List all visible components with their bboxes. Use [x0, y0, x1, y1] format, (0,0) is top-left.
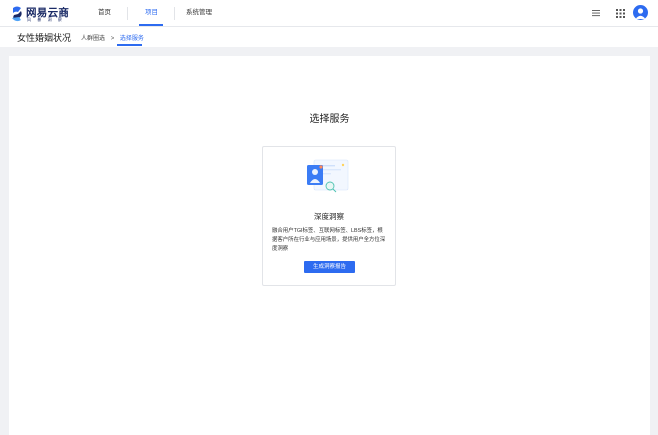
nav-divider [127, 7, 128, 20]
nav-item-home[interactable]: 首页 [98, 0, 111, 26]
page-subheader: 女性婚姻状况 人群圈选 > 选择服务 [0, 27, 658, 47]
nav-active-indicator [139, 24, 163, 26]
nav-divider [174, 7, 175, 20]
card-description: 融合用户TGI标签、互联网标签、LBS标签，根据客户所在行业与应用场景，提供用户… [272, 228, 386, 252]
card-title: 深度洞察 [314, 212, 344, 221]
menu-icon[interactable] [592, 9, 600, 17]
brand-logo[interactable]: 网易云商 风 暴 洞 察 [11, 5, 91, 23]
breadcrumb: 人群圈选 > 选择服务 [81, 33, 144, 42]
brand-tagline: 风 暴 洞 察 [27, 17, 65, 22]
nav-item-projects[interactable]: 项目 [145, 0, 158, 26]
apps-grid-icon[interactable] [616, 9, 625, 18]
breadcrumb-parent[interactable]: 人群圈选 [81, 36, 105, 42]
nav-item-system-management[interactable]: 系统管理 [186, 0, 212, 26]
page-title: 女性婚姻状况 [17, 33, 72, 43]
breadcrumb-current: 选择服务 [119, 36, 144, 42]
breadcrumb-active-indicator [117, 44, 142, 46]
brand-logo-icon [12, 6, 22, 22]
main-content: 选择服务 深度洞察 融合用户TGI标签、互联网标签、LBS标签，根据客户所在行业… [9, 56, 650, 435]
user-avatar[interactable] [633, 5, 648, 20]
breadcrumb-separator: > [110, 36, 115, 42]
section-title: 选择服务 [309, 114, 350, 125]
service-card-deep-insight[interactable]: 深度洞察 融合用户TGI标签、互联网标签、LBS标签，根据客户所在行业与应用场景… [262, 146, 396, 286]
generate-insight-report-button[interactable]: 生成洞察报告 [304, 261, 355, 273]
user-avatar-icon [635, 8, 646, 19]
top-navigation-bar: 网易云商 风 暴 洞 察 首页 项目 系统管理 [0, 0, 658, 27]
insight-illustration-icon [307, 159, 349, 193]
